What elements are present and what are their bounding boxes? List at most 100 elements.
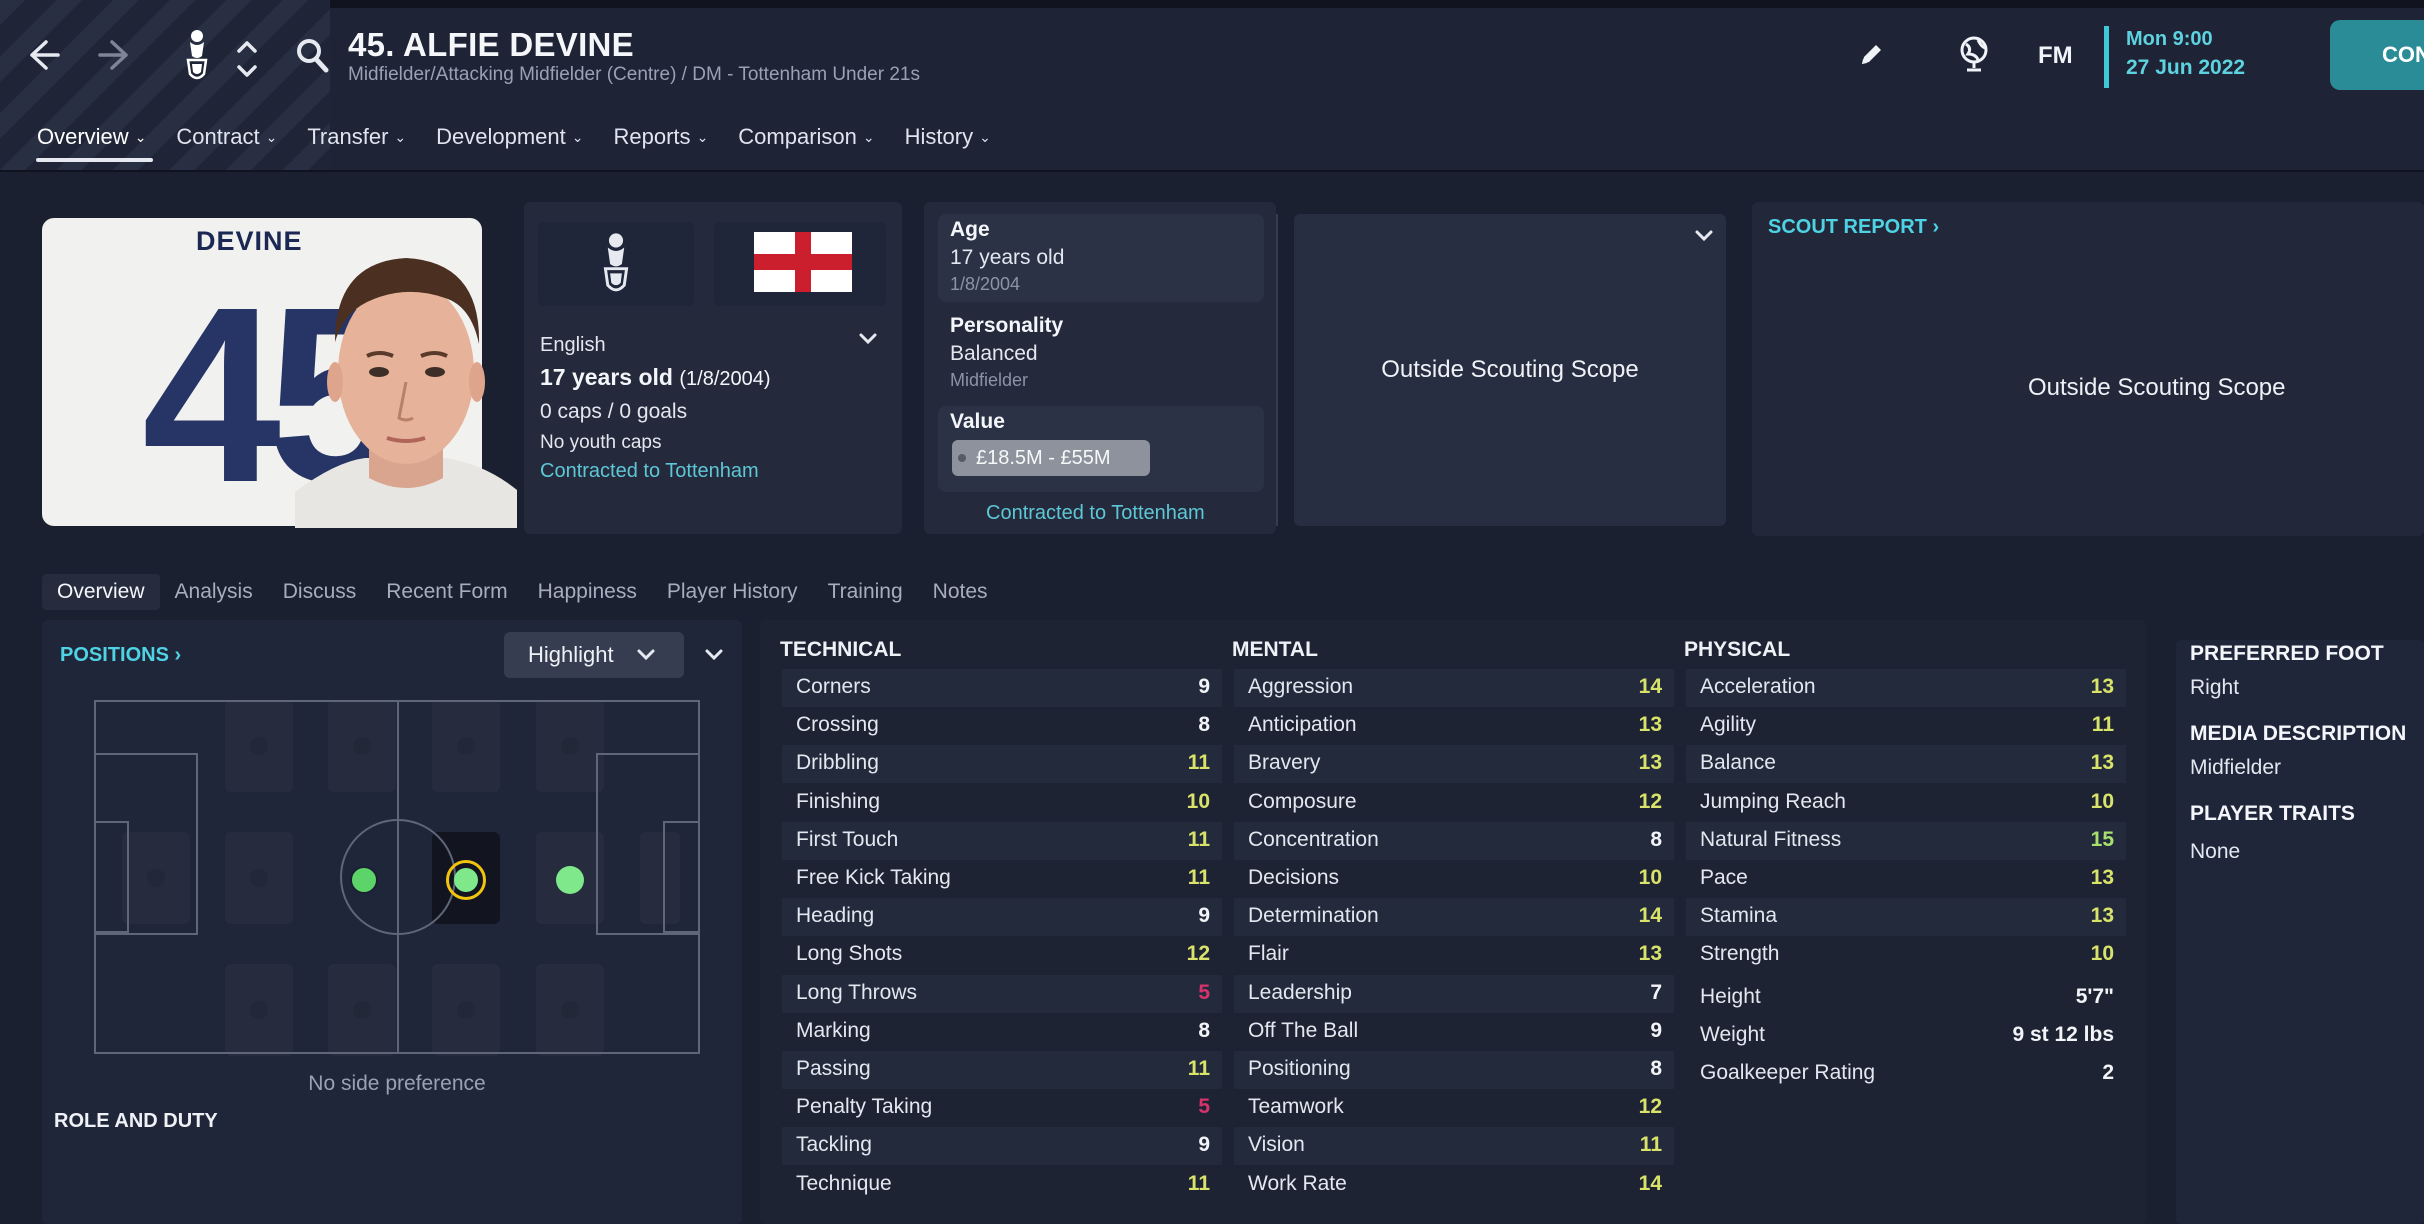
- club-crest-icon: [596, 228, 636, 305]
- attribute-row[interactable]: Off The Ball 9: [1234, 1013, 1674, 1051]
- attribute-row[interactable]: Penalty Taking 5: [782, 1089, 1222, 1127]
- attribute-row[interactable]: Leadership 7: [1234, 974, 1674, 1013]
- detail-value: 2: [2102, 1061, 2114, 1084]
- chevron-down-icon[interactable]: [1694, 226, 1714, 249]
- attribute-name: Tackling: [796, 1133, 872, 1157]
- subtab-recent-form[interactable]: Recent Form: [371, 574, 522, 610]
- attribute-row[interactable]: Anticipation 13: [1234, 707, 1674, 745]
- attribute-name: Penalty Taking: [796, 1095, 933, 1119]
- attribute-row[interactable]: Strength 10: [1686, 936, 2126, 974]
- attribute-row[interactable]: Teamwork 12: [1234, 1089, 1674, 1127]
- scouting-scope-text: Outside Scouting Scope: [1381, 356, 1639, 383]
- attribute-row[interactable]: First Touch 11: [782, 821, 1222, 860]
- position-marker-mc[interactable]: [454, 868, 478, 892]
- position-marker-amc[interactable]: [556, 866, 584, 894]
- attribute-row[interactable]: Natural Fitness 15: [1686, 821, 2126, 860]
- attribute-row[interactable]: Tackling 9: [782, 1127, 1222, 1166]
- continue-button[interactable]: CON: [2330, 20, 2424, 90]
- scout-report-scope-text: Outside Scouting Scope: [2028, 374, 2286, 401]
- subtab-overview[interactable]: Overview: [42, 574, 160, 610]
- attribute-row[interactable]: Corners 9: [782, 669, 1222, 707]
- tab-transfer[interactable]: Transfer ⌄: [292, 118, 421, 166]
- attribute-row[interactable]: Marking 8: [782, 1013, 1222, 1051]
- attribute-row[interactable]: Flair 13: [1234, 936, 1674, 974]
- tab-development[interactable]: Development ⌄: [421, 118, 598, 166]
- attribute-row[interactable]: Long Shots 12: [782, 936, 1222, 974]
- player-traits-value: None: [2190, 840, 2241, 863]
- player-name-title: 45. ALFIE DEVINE: [348, 26, 634, 63]
- game-time: Mon 9:00: [2126, 28, 2213, 50]
- attribute-name: Balance: [1700, 751, 1776, 775]
- subtab-player-history[interactable]: Player History: [652, 574, 813, 610]
- attribute-row[interactable]: Determination 14: [1234, 898, 1674, 937]
- value-range-tag: £18.5M - £55M: [952, 440, 1150, 476]
- attribute-row[interactable]: Crossing 8: [782, 707, 1222, 745]
- subtab-discuss[interactable]: Discuss: [268, 574, 372, 610]
- attribute-row[interactable]: Agility 11: [1686, 707, 2126, 745]
- attribute-value: 14: [1638, 675, 1662, 698]
- attribute-name: Aggression: [1248, 675, 1354, 698]
- attribute-row[interactable]: Jumping Reach 10: [1686, 784, 2126, 822]
- attribute-row[interactable]: Finishing 10: [782, 784, 1222, 822]
- subtab-notes[interactable]: Notes: [918, 574, 1003, 610]
- attribute-row[interactable]: Heading 9: [782, 898, 1222, 937]
- subtab-analysis[interactable]: Analysis: [160, 574, 268, 610]
- age-text: 17 years old: [540, 364, 673, 390]
- tab-overview[interactable]: Overview ⌄: [22, 118, 161, 166]
- attribute-row[interactable]: Bravery 13: [1234, 745, 1674, 784]
- position-marker-dm[interactable]: [350, 866, 378, 894]
- subtab-training[interactable]: Training: [813, 574, 918, 610]
- caps-goals: 0 caps / 0 goals: [540, 400, 688, 423]
- chevron-down-icon: ⌄: [979, 129, 991, 145]
- club-crest-icon[interactable]: [180, 26, 214, 91]
- contract-link[interactable]: Contracted to Tottenham: [540, 460, 759, 483]
- attribute-name: Crossing: [796, 713, 879, 737]
- subtab-happiness[interactable]: Happiness: [523, 574, 652, 610]
- chevron-down-icon: ⌄: [134, 129, 147, 145]
- attribute-row[interactable]: Technique 11: [782, 1166, 1222, 1204]
- attribute-value: 7: [1650, 980, 1662, 1004]
- scout-report-link[interactable]: SCOUT REPORT ›: [1768, 216, 1939, 239]
- forward-arrow-icon[interactable]: [96, 36, 134, 81]
- attribute-value: 5: [1198, 980, 1210, 1004]
- england-flag-icon: [754, 232, 852, 292]
- attribute-row[interactable]: Work Rate 14: [1234, 1166, 1674, 1204]
- fm-label[interactable]: FM: [2038, 42, 2073, 70]
- attribute-value: 13: [2090, 675, 2114, 698]
- chevron-down-icon[interactable]: [858, 330, 878, 351]
- search-icon[interactable]: [296, 38, 330, 79]
- globe-icon[interactable]: [1956, 34, 1992, 79]
- attribute-row[interactable]: Decisions 10: [1234, 860, 1674, 898]
- chevron-down-icon[interactable]: [704, 646, 724, 667]
- attribute-row[interactable]: Dribbling 11: [782, 745, 1222, 784]
- attribute-row[interactable]: Free Kick Taking 11: [782, 860, 1222, 898]
- tab-reports[interactable]: Reports ⌄: [599, 118, 724, 166]
- tab-label: History: [904, 124, 974, 149]
- tab-comparison[interactable]: Comparison ⌄: [723, 118, 889, 166]
- attribute-row[interactable]: Positioning 8: [1234, 1051, 1674, 1089]
- attribute-row[interactable]: Vision 11: [1234, 1127, 1674, 1166]
- tab-history[interactable]: History ⌄: [890, 118, 1006, 166]
- back-arrow-icon[interactable]: [24, 36, 62, 81]
- attribute-value: 8: [1198, 713, 1210, 737]
- positions-link[interactable]: POSITIONS ›: [60, 644, 181, 667]
- attribute-row[interactable]: Concentration 8: [1234, 821, 1674, 860]
- attribute-row[interactable]: Passing 11: [782, 1051, 1222, 1089]
- attribute-row[interactable]: Balance 13: [1686, 745, 2126, 784]
- pencil-icon[interactable]: [1856, 40, 1886, 75]
- attribute-row[interactable]: Pace 13: [1686, 860, 2126, 898]
- attribute-row[interactable]: Acceleration 13: [1686, 669, 2126, 707]
- attribute-name: Bravery: [1248, 751, 1321, 775]
- attribute-row[interactable]: Long Throws 5: [782, 974, 1222, 1013]
- youth-caps: No youth caps: [540, 432, 662, 453]
- attribute-row[interactable]: Aggression 14: [1234, 669, 1674, 707]
- attribute-row[interactable]: Stamina 13: [1686, 898, 2126, 937]
- attribute-row[interactable]: Composure 12: [1234, 784, 1674, 822]
- attribute-name: Teamwork: [1248, 1095, 1344, 1119]
- up-down-chevron-icon[interactable]: [234, 34, 260, 89]
- tab-contract[interactable]: Contract ⌄: [161, 118, 292, 166]
- role-and-duty-title: ROLE AND DUTY: [54, 1110, 218, 1132]
- pitch-lines: [94, 700, 700, 1054]
- contract-link[interactable]: Contracted to Tottenham: [986, 502, 1205, 525]
- highlight-dropdown[interactable]: Highlight: [504, 632, 684, 678]
